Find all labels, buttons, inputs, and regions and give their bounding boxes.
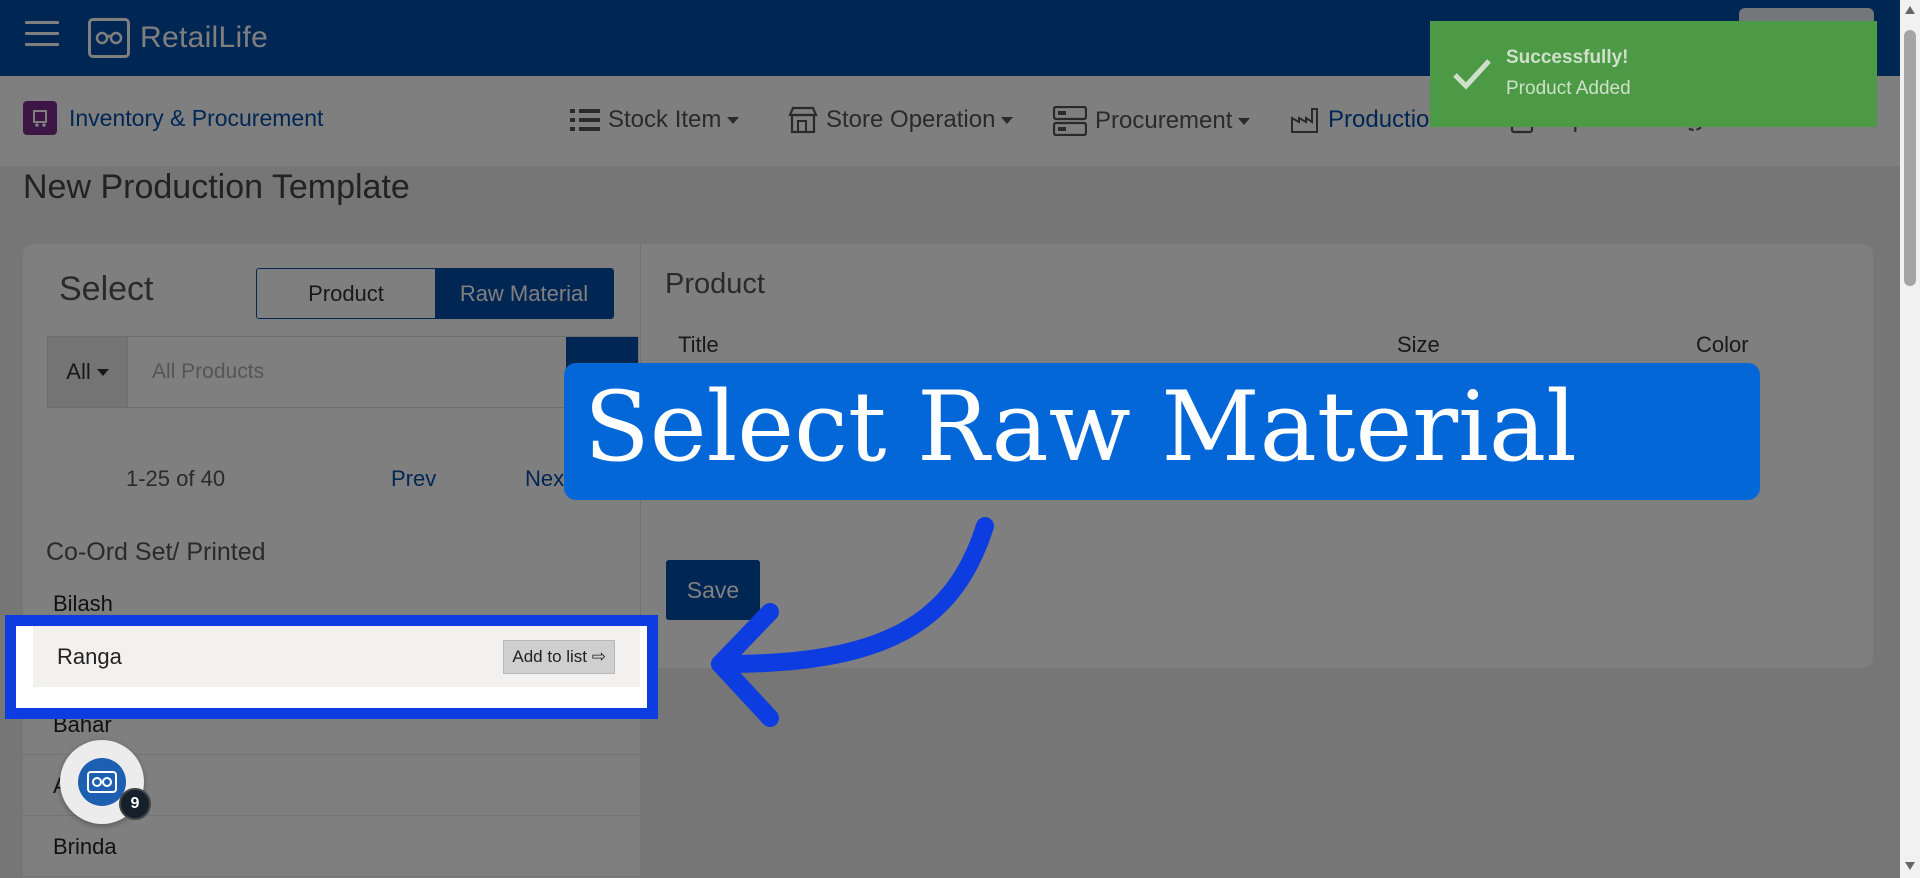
add-to-list-button[interactable]: Add to list ⇨ (503, 640, 615, 674)
success-toast: Successfully! Product Added (1430, 21, 1877, 127)
toast-message: Product Added (1506, 78, 1631, 99)
scroll-down-icon[interactable] (1905, 862, 1915, 870)
list-item-label: Ranga (57, 643, 122, 669)
toast-title: Successfully! (1506, 47, 1629, 68)
pointer-arrow-icon (711, 517, 994, 727)
check-icon (1453, 59, 1491, 90)
highlighted-item: Ranga Add to list ⇨ (5, 615, 658, 719)
page-scrollbar[interactable] (1900, 0, 1920, 878)
list-item-selected[interactable]: Ranga Add to list ⇨ (33, 626, 640, 687)
notification-badge: 9 (119, 788, 151, 820)
scroll-thumb[interactable] (1904, 30, 1916, 286)
scroll-up-icon[interactable] (1905, 6, 1915, 14)
callout-text: Select Raw Material (584, 371, 1577, 483)
instruction-callout: Select Raw Material (564, 363, 1760, 500)
